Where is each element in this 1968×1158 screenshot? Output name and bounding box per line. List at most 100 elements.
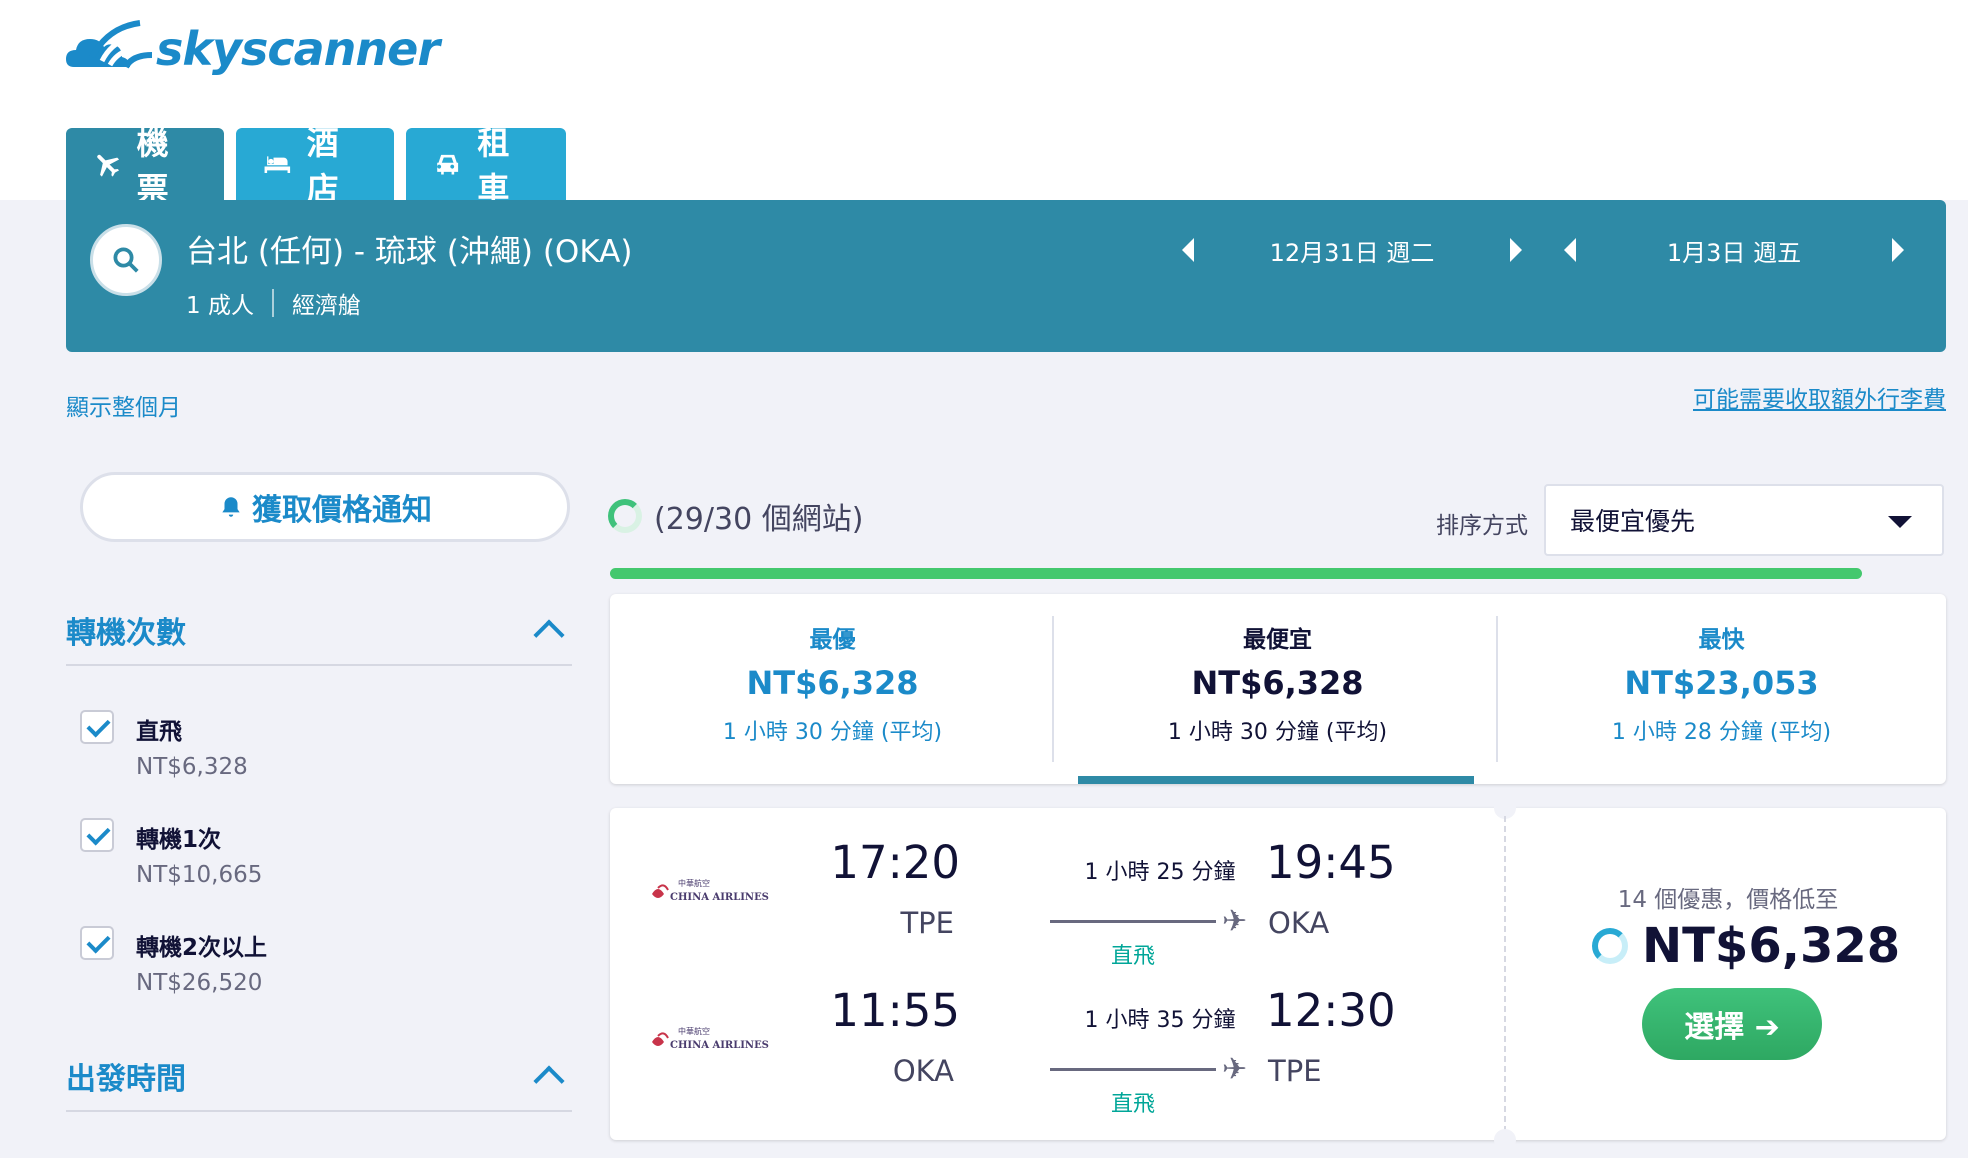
divider xyxy=(271,289,274,317)
divider xyxy=(1496,616,1498,762)
stop-option-label: 轉機2次以上 xyxy=(136,935,268,961)
stop-option-label: 直飛 xyxy=(136,719,182,745)
loading-ring-icon xyxy=(1592,928,1628,964)
plane-icon: ✈ xyxy=(1222,904,1248,939)
show-whole-month-link[interactable]: 顯示整個月 xyxy=(66,388,181,422)
tab-flights-label: 機票 xyxy=(136,124,169,208)
ticket-notch xyxy=(1494,1129,1516,1151)
tab-flights[interactable]: 機票 xyxy=(66,124,224,208)
cloud-logo-icon xyxy=(66,20,153,69)
tab-car-hire[interactable]: 租車 xyxy=(406,124,566,208)
depart-date[interactable]: 12月31日 週二 xyxy=(1194,233,1510,268)
prev-return-date-button[interactable] xyxy=(1564,238,1576,262)
next-return-date-button[interactable] xyxy=(1892,238,1904,262)
summary-cheapest-tab[interactable]: 最便宜 NT$6,328 1 小時 30 分鐘 (平均) xyxy=(1055,594,1500,784)
departure-time: 17:20 xyxy=(830,836,960,889)
bed-icon xyxy=(264,156,291,173)
stops-filter-header[interactable]: 轉機次數 xyxy=(66,608,572,652)
arrival-time: 19:45 xyxy=(1266,836,1396,889)
airline-cn-name: 中華航空 xyxy=(678,878,710,888)
next-depart-date-button[interactable] xyxy=(1510,238,1522,262)
flight-line xyxy=(1050,920,1216,923)
divider xyxy=(66,664,572,666)
search-summary-bar: 台北 (任何) - 琉球 (沖繩) (OKA) 1 成人 經濟艙 12月31日 … xyxy=(66,200,1946,352)
summary-price: NT$6,328 xyxy=(746,664,919,702)
stop-option-price: NT$26,520 xyxy=(136,970,263,996)
edit-search-button[interactable] xyxy=(90,224,162,296)
stop-option-label: 轉機1次 xyxy=(136,827,222,853)
deals-count: 14 個優惠，價格低至 xyxy=(1617,887,1839,913)
tab-car-hire-label: 租車 xyxy=(477,124,510,208)
summary-fastest-tab[interactable]: 最快 NT$23,053 1 小時 28 分鐘 (平均) xyxy=(1499,594,1944,784)
direct-checkbox[interactable] xyxy=(80,710,114,744)
chevron-up-icon xyxy=(533,1065,565,1097)
airline-cn-name: 中華航空 xyxy=(678,1026,710,1036)
stops-text: 直飛 xyxy=(1110,1092,1155,1117)
flight-line xyxy=(1050,1068,1216,1071)
summary-title: 最優 xyxy=(809,627,856,653)
summary-title: 最便宜 xyxy=(1243,627,1312,653)
loading-progress-bar xyxy=(610,568,1862,579)
result-price-amount: NT$6,328 xyxy=(1642,918,1901,974)
prev-depart-date-button[interactable] xyxy=(1182,238,1194,262)
departure-airport: OKA xyxy=(892,1054,954,1088)
progress-text: (29/30 個網站) xyxy=(654,502,864,537)
result-price: NT$6,328 xyxy=(1592,918,1900,974)
bell-icon xyxy=(222,497,240,517)
price-alert-button[interactable]: 獲取價格通知 xyxy=(80,472,570,542)
airline-name: CHINA AIRLINES xyxy=(670,892,769,903)
departure-time: 11:55 xyxy=(830,984,960,1037)
sort-value: 最便宜優先 xyxy=(1570,507,1696,536)
price-alert-label: 獲取價格通知 xyxy=(252,493,432,528)
outbound-leg: 中華航空 CHINA AIRLINES 17:20 TPE 1 小時 25 分鐘… xyxy=(610,824,1490,969)
sort-dropdown[interactable]: 最便宜優先 xyxy=(1544,484,1944,556)
stops-filter-title: 轉機次數 xyxy=(66,616,186,651)
return-date[interactable]: 1月3日 週五 xyxy=(1576,233,1892,268)
select-button[interactable]: 選擇 ➔ xyxy=(1642,988,1822,1060)
loading-spinner-icon xyxy=(608,499,642,533)
baggage-fees-link[interactable]: 可能需要收取額外行李費 xyxy=(1693,380,1946,414)
departure-time-filter-title: 出發時間 xyxy=(66,1062,186,1097)
flight-result-card[interactable]: 中華航空 CHINA AIRLINES 17:20 TPE 1 小時 25 分鐘… xyxy=(610,797,1946,1151)
route-text[interactable]: 台北 (任何) - 琉球 (沖繩) (OKA) xyxy=(186,226,632,271)
passenger-cabin-info[interactable]: 1 成人 經濟艙 xyxy=(186,286,361,320)
stops-text: 直飛 xyxy=(1110,944,1155,969)
plane-icon: ✈ xyxy=(1222,1052,1248,1087)
return-date-picker: 1月3日 週五 xyxy=(1564,228,1904,272)
car-icon xyxy=(437,154,459,175)
summary-duration: 1 小時 30 分鐘 (平均) xyxy=(1167,720,1388,745)
tab-hotels[interactable]: 酒店 xyxy=(236,124,394,208)
flight-duration: 1 小時 25 分鐘 xyxy=(1084,860,1236,885)
summary-price: NT$6,328 xyxy=(1191,664,1364,702)
arrival-airport: OKA xyxy=(1268,906,1330,940)
summary-price: NT$23,053 xyxy=(1624,664,1819,702)
arrival-airport: TPE xyxy=(1268,1054,1322,1088)
departure-airport: TPE xyxy=(900,906,954,940)
product-tabs: 機票 酒店 租車 xyxy=(66,124,566,208)
return-leg: 中華航空 CHINA AIRLINES 11:55 OKA 1 小時 35 分鐘… xyxy=(610,972,1490,1117)
active-tab-indicator xyxy=(1078,776,1474,784)
summary-tabs: 最優 NT$6,328 1 小時 30 分鐘 (平均) 最便宜 NT$6,328… xyxy=(610,594,1946,784)
caret-down-icon xyxy=(1888,516,1912,528)
china-airlines-logo-icon: 中華航空 CHINA AIRLINES xyxy=(652,878,769,903)
summary-duration: 1 小時 28 分鐘 (平均) xyxy=(1611,720,1832,745)
search-progress: (29/30 個網站) xyxy=(608,494,863,538)
brand-name: skyscanner xyxy=(156,22,440,76)
two-plus-stops-checkbox[interactable] xyxy=(80,926,114,960)
tab-hotels-label: 酒店 xyxy=(306,124,339,208)
summary-best-tab[interactable]: 最優 NT$6,328 1 小時 30 分鐘 (平均) xyxy=(610,594,1055,784)
ticket-divider xyxy=(1504,816,1506,1132)
chevron-up-icon xyxy=(533,619,565,651)
one-stop-checkbox[interactable] xyxy=(80,818,114,852)
departure-time-filter-header[interactable]: 出發時間 xyxy=(66,1054,572,1098)
skyscanner-logo[interactable]: skyscanner xyxy=(64,14,440,84)
stop-option-price: NT$6,328 xyxy=(136,754,248,780)
plane-icon xyxy=(97,154,120,177)
flight-duration: 1 小時 35 分鐘 xyxy=(1084,1008,1236,1033)
search-icon xyxy=(113,247,139,273)
cabin-class: 經濟艙 xyxy=(291,293,361,319)
depart-date-picker: 12月31日 週二 xyxy=(1182,228,1522,272)
airline-name: CHINA AIRLINES xyxy=(670,1040,769,1051)
summary-title: 最快 xyxy=(1698,627,1745,653)
divider xyxy=(1052,616,1054,762)
